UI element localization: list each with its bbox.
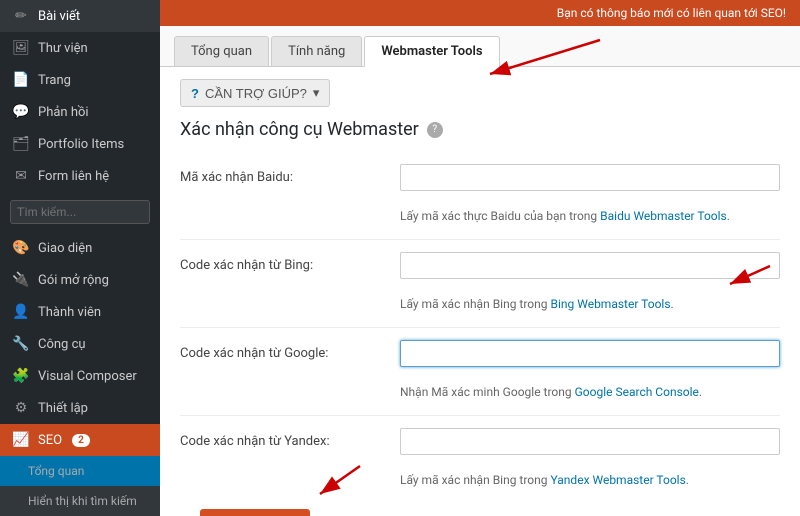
help-button[interactable]: ? CẦN TRỢ GIÚP? ▾ <box>180 79 330 107</box>
main-area: Bạn có thông báo mới có liên quan tới SE… <box>160 0 800 516</box>
chevron-down-icon: ▾ <box>313 85 320 101</box>
baidu-link[interactable]: Baidu Webmaster Tools <box>600 209 727 223</box>
seo-badge: 2 <box>72 434 90 447</box>
sidebar: ✏ Bài viết 🖼 Thư viện 📄 Trang 💬 Phản hồi… <box>0 0 160 516</box>
baidu-help: Lấy mã xác thực Baidu của bạn trong Baid… <box>180 205 780 235</box>
portfolio-icon: 🗂 <box>12 136 30 152</box>
form-area: Mã xác nhận Baidu: Lấy mã xác thực Baidu… <box>160 156 800 516</box>
sidebar-item-bai-viet[interactable]: ✏ Bài viết <box>0 0 160 32</box>
sidebar-item-giao-dien[interactable]: 🎨 Giao diện <box>0 232 160 264</box>
bing-input[interactable] <box>400 252 780 279</box>
library-icon: 🖼 <box>12 40 30 56</box>
baidu-input[interactable] <box>400 164 780 191</box>
sidebar-item-visual-composer[interactable]: 🧩 Visual Composer <box>0 360 160 392</box>
edit-icon: ✏ <box>12 8 30 24</box>
baidu-row: Mã xác nhận Baidu: <box>180 156 780 199</box>
tab-tinh-nang[interactable]: Tính năng <box>271 36 362 66</box>
sidebar-search-input[interactable] <box>10 200 150 224</box>
tab-tong-quan[interactable]: Tổng quan <box>174 36 269 66</box>
settings-icon: ⚙ <box>12 400 30 416</box>
sidebar-item-phan-hoi[interactable]: 💬 Phản hồi <box>0 96 160 128</box>
question-icon: ? <box>191 86 199 101</box>
baidu-label: Mã xác nhận Baidu: <box>180 170 400 185</box>
section-title: Xác nhận công cụ Webmaster ? <box>160 115 800 156</box>
yandex-link[interactable]: Yandex Webmaster Tools <box>551 473 686 487</box>
user-icon: 👤 <box>12 304 30 320</box>
tools-icon: 🔧 <box>12 336 30 352</box>
google-link[interactable]: Google Search Console <box>575 385 699 399</box>
tab-webmaster-tools[interactable]: Webmaster Tools <box>364 36 499 67</box>
comment-icon: 💬 <box>12 104 30 120</box>
sidebar-item-form-lien-he[interactable]: ✉ Form liên hệ <box>0 160 160 192</box>
yandex-help: Lấy mã xác nhận Bing trong Yandex Webmas… <box>180 469 780 499</box>
yandex-input[interactable] <box>400 428 780 455</box>
google-label: Code xác nhận từ Google: <box>180 346 400 361</box>
seo-icon: 📈 <box>12 432 30 448</box>
sidebar-item-cong-cu[interactable]: 🔧 Công cụ <box>0 328 160 360</box>
composer-icon: 🧩 <box>12 368 30 384</box>
google-input[interactable] <box>400 340 780 367</box>
section-help-icon[interactable]: ? <box>427 122 443 138</box>
content-area: Tổng quan Tính năng Webmaster Tools ? CẦ… <box>160 26 800 516</box>
sidebar-sub-menu: Tổng quan Hiển thị khi tìm kiếm <box>0 456 160 516</box>
sidebar-item-thiet-lap[interactable]: ⚙ Thiết lập <box>0 392 160 424</box>
help-button-label: CẦN TRỢ GIÚP? <box>205 86 307 101</box>
sidebar-search-area <box>0 192 160 232</box>
sidebar-item-thanh-vien[interactable]: 👤 Thành viên <box>0 296 160 328</box>
sidebar-item-portfolio[interactable]: 🗂 Portfolio Items <box>0 128 160 160</box>
sidebar-item-thu-vien[interactable]: 🖼 Thư viện <box>0 32 160 64</box>
bing-help: Lấy mã xác nhận Bing trong Bing Webmaste… <box>180 293 780 323</box>
google-help: Nhận Mã xác minh Google trong Google Sea… <box>180 381 780 411</box>
bing-row: Code xác nhận từ Bing: <box>180 244 780 287</box>
page-icon: 📄 <box>12 72 30 88</box>
sidebar-item-goi-mo-rong[interactable]: 🔌 Gói mở rộng <box>0 264 160 296</box>
plugin-icon: 🔌 <box>12 272 30 288</box>
sidebar-item-tong-quan[interactable]: Tổng quan <box>0 456 160 486</box>
sidebar-item-trang[interactable]: 📄 Trang <box>0 64 160 96</box>
sidebar-item-seo[interactable]: 📈 SEO 2 <box>0 424 160 456</box>
yandex-label: Code xác nhận từ Yandex: <box>180 434 400 449</box>
help-row: ? CẦN TRỢ GIÚP? ▾ <box>160 67 800 115</box>
bing-link[interactable]: Bing Webmaster Tools <box>551 297 671 311</box>
google-row: Code xác nhận từ Google: <box>180 332 780 375</box>
theme-icon: 🎨 <box>12 240 30 256</box>
notification-text: Bạn có thông báo mới có liên quan tới SE… <box>557 6 786 20</box>
sidebar-item-hien-thi[interactable]: Hiển thị khi tìm kiếm <box>0 486 160 516</box>
mail-icon: ✉ <box>12 168 30 184</box>
tabs-bar: Tổng quan Tính năng Webmaster Tools <box>160 26 800 67</box>
content-wrapper: Tổng quan Tính năng Webmaster Tools ? CẦ… <box>160 26 800 516</box>
notification-banner: Bạn có thông báo mới có liên quan tới SE… <box>160 0 800 26</box>
bing-label: Code xác nhận từ Bing: <box>180 258 400 273</box>
save-button[interactable]: Lưu thay đổi <box>200 509 310 516</box>
yandex-row: Code xác nhận từ Yandex: <box>180 420 780 463</box>
